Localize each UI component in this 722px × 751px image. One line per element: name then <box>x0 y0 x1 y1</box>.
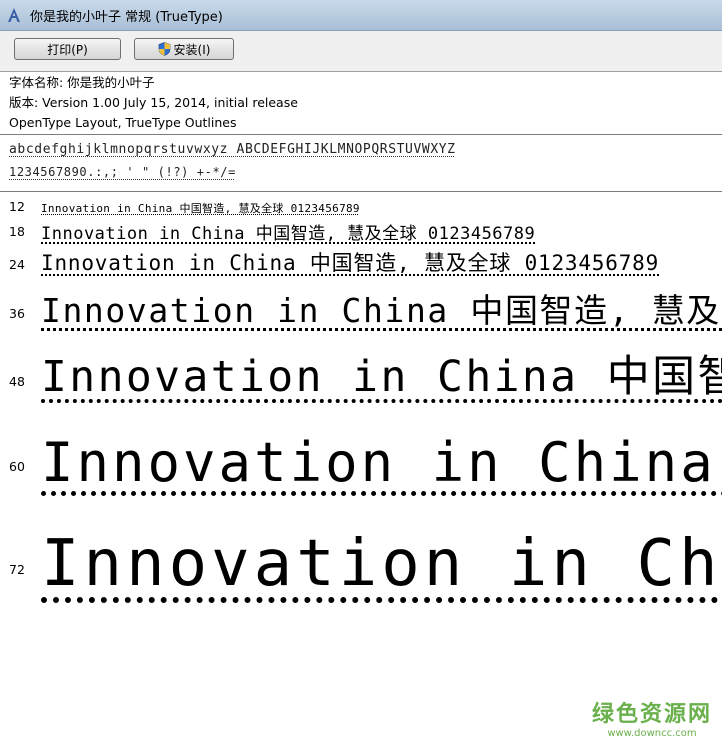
watermark: 绿色资源网 www.downcc.com <box>592 696 712 739</box>
size-label: 48 <box>9 374 25 389</box>
font-version: 版本: Version 1.00 July 15, 2014, initial … <box>9 93 298 113</box>
size-label: 18 <box>9 224 25 239</box>
print-button-label: 打印(P) <box>47 41 88 58</box>
sample-text: Innovation in China 中国智造, 慧及全球 012345678… <box>41 512 722 604</box>
font-info: 字体名称: 你是我的小叶子 版本: Version 1.00 July 15, … <box>9 73 298 133</box>
watermark-name: 绿色资源网 <box>592 696 712 728</box>
sample-text: Innovation in China 中国智造, 慧及全球 012345678… <box>41 247 659 277</box>
install-button-label: 安装(I) <box>174 41 211 58</box>
sample-row-72: 72 Innovation in China 中国智造, 慧及全球 012345… <box>0 512 722 600</box>
sample-row-18: 18 Innovation in China 中国智造, 慧及全球 012345… <box>0 218 722 242</box>
charset-digits: 1234567890.:,; ' " (!?) +-*/= <box>9 165 236 179</box>
sample-text: Innovation in China 中国智造, 慧及全球 012345678… <box>41 342 722 404</box>
font-file-icon <box>6 7 22 23</box>
sample-text: Innovation in China 中国智造, 慧及全球 012345678… <box>41 219 535 244</box>
title-bar: 你是我的小叶子 常规 (TrueType) <box>0 0 722 31</box>
sample-text: Innovation in China 中国智造, 慧及全球 012345678… <box>41 200 360 216</box>
charset-letters: abcdefghijklmnopqrstuvwxyz ABCDEFGHIJKLM… <box>9 142 456 157</box>
print-button[interactable]: 打印(P) <box>14 38 121 60</box>
size-label: 36 <box>9 306 25 321</box>
divider <box>0 191 722 192</box>
size-label: 24 <box>9 257 25 272</box>
font-outlines: OpenType Layout, TrueType Outlines <box>9 113 298 133</box>
size-label: 60 <box>9 459 25 474</box>
install-button[interactable]: 安装(I) <box>134 38 234 60</box>
sample-text: Innovation in China 中国智造, 慧及全球 012345678… <box>41 418 722 497</box>
sample-row-48: 48 Innovation in China 中国智造, 慧及全球 012345… <box>0 342 722 402</box>
font-name: 字体名称: 你是我的小叶子 <box>9 73 298 93</box>
watermark-url: www.downcc.com <box>592 728 712 739</box>
toolbar: 打印(P) 安装(I) <box>0 31 722 72</box>
size-label: 12 <box>9 199 25 214</box>
divider <box>0 134 722 135</box>
sample-row-24: 24 Innovation in China 中国智造, 慧及全球 012345… <box>0 246 722 276</box>
window-title: 你是我的小叶子 常规 (TrueType) <box>30 6 223 25</box>
uac-shield-icon <box>158 42 171 56</box>
size-label: 72 <box>9 562 25 577</box>
sample-row-36: 36 Innovation in China 中国智造, 慧及全球 012345… <box>0 284 722 330</box>
sample-text: Innovation in China 中国智造, 慧及全球 012345678… <box>41 284 722 332</box>
sample-row-60: 60 Innovation in China 中国智造, 慧及全球 012345… <box>0 418 722 492</box>
sample-row-12: 12 Innovation in China 中国智造, 慧及全球 012345… <box>0 198 722 216</box>
